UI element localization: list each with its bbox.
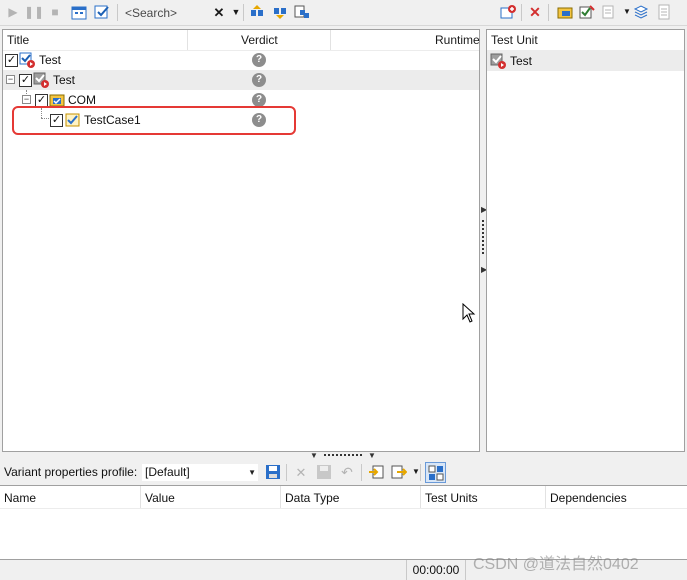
find-all-icon[interactable]	[293, 3, 311, 21]
row-checkbox[interactable]: ✓	[5, 54, 18, 67]
column-header-value[interactable]: Value	[145, 489, 175, 507]
run-icon[interactable]: ▶	[4, 3, 22, 21]
calendar-icon[interactable]	[70, 3, 88, 21]
column-divider[interactable]	[545, 486, 546, 508]
verdict-unknown-icon: ?	[252, 53, 266, 67]
verdict-unknown-icon: ?	[252, 93, 266, 107]
check-list-icon[interactable]	[93, 3, 111, 21]
undo-icon[interactable]: ↶	[338, 463, 356, 481]
column-header-test-unit[interactable]: Test Unit	[491, 30, 538, 50]
grip-dot	[482, 224, 484, 226]
grip-dot	[482, 220, 484, 222]
tree-row-test-root[interactable]: ✓ Test ?	[3, 50, 479, 70]
column-divider[interactable]	[280, 486, 281, 508]
export-dropdown-icon[interactable]: ▼	[407, 463, 425, 481]
import-icon[interactable]	[367, 463, 385, 481]
variant-profile-select[interactable]: [Default] ▼	[141, 463, 259, 482]
column-divider[interactable]	[420, 486, 421, 508]
find-previous-icon[interactable]	[248, 3, 266, 21]
save-icon[interactable]	[264, 463, 282, 481]
stop-icon[interactable]: ■	[46, 3, 64, 21]
toolbar-separator	[361, 464, 362, 481]
pause-icon[interactable]: ❚❚	[24, 3, 44, 21]
grip-dots	[324, 454, 362, 456]
edit-check-icon[interactable]	[578, 3, 596, 21]
elapsed-time: 00:00:00	[406, 560, 466, 580]
column-header-title[interactable]: Title	[7, 30, 29, 50]
test-unit-label: Test	[510, 54, 533, 68]
watermark: CSDN @道法自然0402	[473, 556, 639, 573]
test-suite-icon	[19, 52, 35, 68]
export-icon[interactable]	[390, 463, 408, 481]
save-disabled-icon[interactable]	[315, 463, 333, 481]
edit-document-icon[interactable]	[600, 3, 618, 21]
tree-row-label: Test	[39, 53, 62, 67]
mouse-cursor-icon	[462, 303, 476, 323]
main-toolbar: ▶ ❚❚ ■ ✕ ▼ ✕ ▼	[0, 0, 687, 26]
document-icon[interactable]	[655, 3, 673, 21]
column-divider[interactable]	[187, 30, 188, 50]
collapse-arrow-icon[interactable]: ▼	[368, 452, 376, 460]
column-header-verdict[interactable]: Verdict	[241, 30, 278, 50]
test-tree-panel: Title Verdict Runtime ✓ Test ? − ✓ Test …	[2, 29, 480, 452]
grip-dot	[482, 244, 484, 246]
column-divider[interactable]	[330, 30, 331, 50]
grip-dot	[482, 248, 484, 250]
collapse-arrow-icon[interactable]: ▼	[310, 452, 318, 460]
collapse-icon[interactable]: −	[6, 75, 15, 84]
grip-dot	[482, 228, 484, 230]
annotation-highlight-box	[12, 106, 296, 135]
dropdown-arrow-icon[interactable]: ▼	[248, 464, 256, 481]
toolbar-separator	[521, 4, 522, 21]
tree-row-test-unit[interactable]: − ✓ Test ?	[3, 70, 479, 90]
test-unit-item[interactable]: Test	[487, 51, 684, 71]
column-header-runtime[interactable]: Runtime	[435, 30, 480, 50]
tree-row-label: Test	[53, 73, 76, 87]
toolbar-separator	[286, 464, 287, 481]
grip-dot	[482, 236, 484, 238]
column-header-test-units[interactable]: Test Units	[425, 489, 478, 507]
toolbar-separator	[243, 4, 244, 21]
horizontal-splitter[interactable]: ▼ ▼	[0, 452, 687, 460]
variant-properties-bar: Variant properties profile: [Default] ▼ …	[0, 460, 687, 485]
properties-table: Name Value Data Type Test Units Dependen…	[0, 485, 687, 560]
test-unit-panel: Test Unit Test	[486, 29, 685, 452]
toolbar-separator	[117, 4, 118, 21]
layers-icon[interactable]	[632, 3, 650, 21]
variant-profile-value: [Default]	[145, 465, 190, 479]
variant-profile-label: Variant properties profile:	[4, 465, 138, 479]
grip-dot	[482, 240, 484, 242]
column-header-name[interactable]: Name	[4, 489, 36, 507]
test-unit-icon	[490, 53, 506, 69]
collapse-icon[interactable]: −	[22, 95, 31, 104]
add-test-unit-icon[interactable]	[499, 3, 517, 21]
row-checkbox[interactable]: ✓	[19, 74, 32, 87]
toolbar-separator	[548, 4, 549, 21]
header-divider	[0, 508, 687, 509]
grip-dot	[482, 232, 484, 234]
test-unit-icon	[33, 72, 49, 88]
delete-icon[interactable]: ✕	[292, 463, 310, 481]
remove-icon[interactable]: ✕	[526, 3, 544, 21]
grid-view-toggle-icon[interactable]	[425, 462, 446, 483]
column-divider[interactable]	[140, 486, 141, 508]
column-header-data-type[interactable]: Data Type	[285, 489, 339, 507]
find-next-icon[interactable]	[271, 3, 289, 21]
column-header-dependencies[interactable]: Dependencies	[550, 489, 627, 507]
toolbar-separator	[420, 464, 421, 481]
open-folder-icon[interactable]	[556, 3, 574, 21]
verdict-unknown-icon: ?	[252, 73, 266, 87]
grip-dot	[482, 252, 484, 254]
clear-search-icon[interactable]: ✕	[210, 3, 228, 21]
